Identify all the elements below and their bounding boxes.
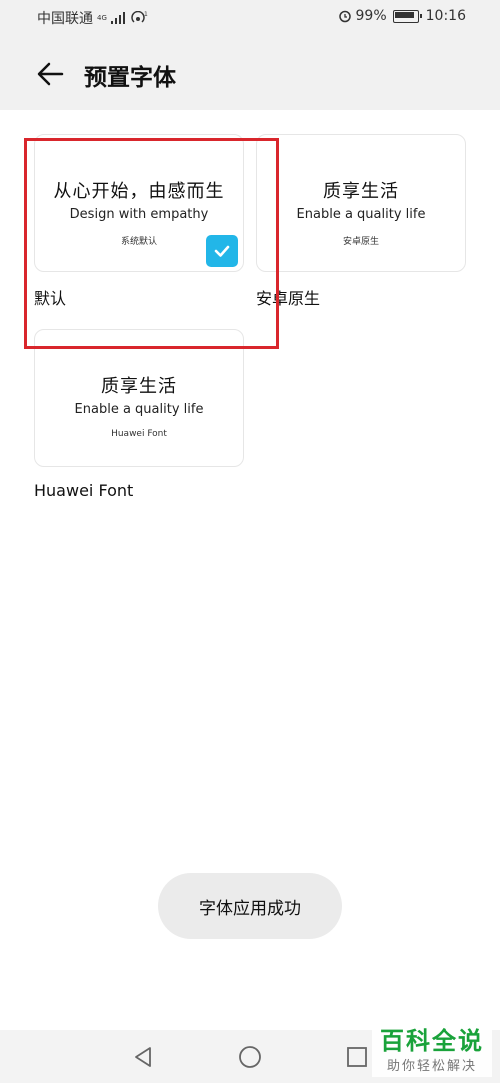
svg-text:1: 1 bbox=[144, 11, 148, 18]
network-type: 4G bbox=[97, 13, 107, 22]
back-arrow-icon bbox=[37, 62, 64, 86]
font-label-huawei: Huawei Font bbox=[34, 481, 134, 500]
font-label-android: 安卓原生 bbox=[256, 289, 321, 308]
status-left: 中国联通 4G 1 bbox=[37, 8, 149, 28]
font-label-default: 默认 bbox=[34, 289, 67, 308]
font-preview-tag: Huawei Font bbox=[111, 429, 167, 439]
check-icon bbox=[214, 245, 230, 257]
circle-home-icon bbox=[239, 1046, 261, 1068]
font-preview-tag: 安卓原生 bbox=[342, 237, 379, 247]
watermark-main-text: 百科全说 bbox=[380, 1027, 484, 1055]
nav-home-button[interactable] bbox=[238, 1045, 262, 1069]
watermark-sub-text: 助你轻松解决 bbox=[386, 1059, 477, 1074]
font-card-android[interactable]: 质享生活 Enable a quality life 安卓原生 bbox=[256, 134, 466, 272]
alarm-icon bbox=[338, 10, 351, 23]
font-preview-chinese: 质享生活 bbox=[323, 181, 399, 202]
status-right: 99% 10:16 bbox=[338, 8, 466, 24]
hotspot-icon: 1 bbox=[131, 11, 148, 23]
status-bar: 中国联通 4G 1 99% 10:16 bbox=[0, 0, 500, 34]
font-preview-english: Enable a quality life bbox=[74, 402, 204, 417]
toast-message: 字体应用成功 bbox=[158, 873, 342, 939]
carrier-name: 中国联通 bbox=[37, 11, 93, 27]
font-card-huawei[interactable]: 质享生活 Enable a quality life Huawei Font bbox=[34, 329, 244, 467]
battery-percent: 99% bbox=[355, 8, 387, 24]
font-preview-chinese: 从心开始，由感而生 bbox=[53, 181, 225, 202]
back-button[interactable] bbox=[32, 56, 68, 92]
app-bar: 预置字体 bbox=[0, 34, 500, 110]
font-preview-english: Enable a quality life bbox=[296, 207, 426, 222]
font-card-default[interactable]: 从心开始，由感而生 Design with empathy 系统默认 bbox=[34, 134, 244, 272]
battery-icon bbox=[392, 9, 422, 23]
page-title: 预置字体 bbox=[84, 65, 176, 91]
clock: 10:16 bbox=[425, 8, 466, 24]
font-preview-chinese: 质享生活 bbox=[101, 376, 177, 397]
selected-check-badge bbox=[206, 235, 238, 267]
font-preview-english: Design with empathy bbox=[69, 207, 209, 222]
nav-back-button[interactable] bbox=[131, 1045, 155, 1069]
nav-recents-button[interactable] bbox=[345, 1045, 369, 1069]
square-recents-icon bbox=[347, 1047, 367, 1067]
triangle-back-icon bbox=[135, 1047, 151, 1067]
signal-icon bbox=[110, 12, 125, 24]
watermark-logo: 百科全说 助你轻松解决 bbox=[372, 1025, 492, 1077]
